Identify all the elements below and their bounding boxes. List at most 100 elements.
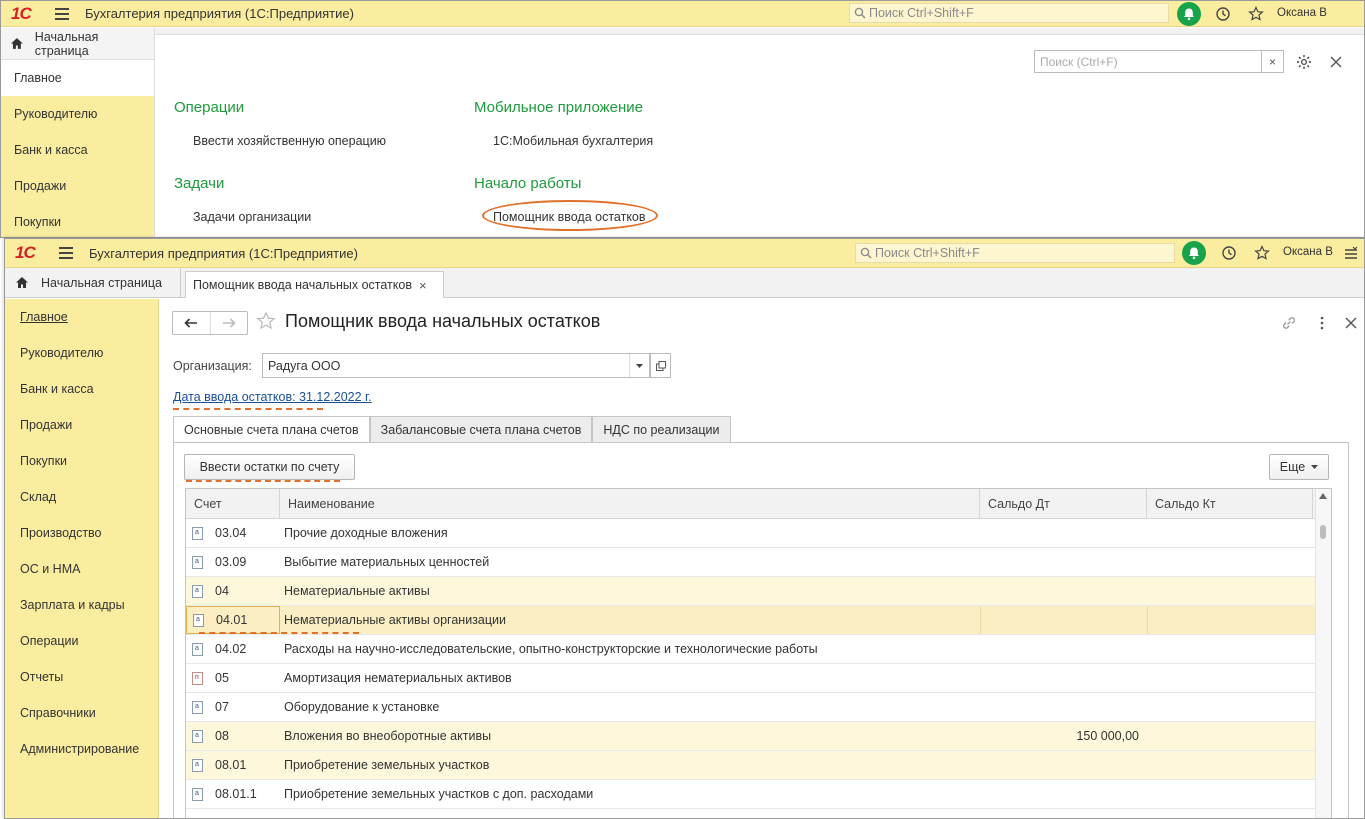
scroll-thumb[interactable] — [1320, 525, 1326, 539]
cell-credit[interactable] — [1147, 606, 1313, 634]
bg-global-search[interactable]: Поиск Ctrl+Shift+F — [849, 3, 1169, 23]
cell-account[interactable]: 07 — [186, 693, 280, 721]
bg-clear-search-icon[interactable]: × — [1261, 51, 1283, 72]
cell-account[interactable]: 04 — [186, 577, 280, 605]
cell-debit[interactable] — [980, 577, 1147, 605]
tab-close-icon[interactable]: × — [419, 278, 427, 293]
more-vertical-icon[interactable] — [1312, 313, 1332, 333]
organization-field[interactable]: Радуга ООО — [262, 353, 650, 378]
cell-credit[interactable] — [1147, 751, 1313, 779]
cell-name[interactable]: Нематериальные активы организации — [280, 606, 980, 634]
scroll-up-icon[interactable] — [1319, 493, 1327, 499]
link-icon[interactable] — [1279, 313, 1299, 333]
cell-account[interactable]: 03.04 — [186, 519, 280, 547]
bg-sidebar-item-purchases[interactable]: Покупки — [1, 204, 154, 237]
cell-debit[interactable] — [980, 664, 1147, 692]
cell-debit[interactable] — [980, 635, 1147, 663]
cell-credit[interactable] — [1147, 664, 1313, 692]
sidebar-item-manager[interactable]: Руководителю — [5, 335, 158, 371]
bg-favorites-star-icon[interactable] — [1246, 4, 1266, 24]
sidebar-item-purchases[interactable]: Покупки — [5, 443, 158, 479]
cell-credit[interactable] — [1147, 577, 1313, 605]
cell-account[interactable]: 08 — [186, 722, 280, 750]
fg-username[interactable]: Оксана В — [1283, 246, 1333, 258]
fg-system-menu-icon[interactable] — [1341, 243, 1361, 263]
cell-name[interactable]: Вложения во внеоборотные активы — [280, 722, 980, 750]
more-button[interactable]: Еще — [1269, 454, 1329, 480]
bg-link-enter-operation[interactable]: Ввести хозяйственную операцию — [193, 134, 386, 148]
tab-vat-sales[interactable]: НДС по реализации — [592, 416, 731, 443]
bg-content-search-input[interactable]: Поиск (Ctrl+F) × — [1034, 50, 1284, 73]
cell-credit[interactable] — [1147, 519, 1313, 547]
cell-account[interactable]: 03.09 — [186, 548, 280, 576]
cell-account[interactable]: 08.01 — [186, 751, 280, 779]
cell-account[interactable]: 04.01 — [186, 606, 280, 634]
table-row[interactable]: 08 Вложения во внеоборотные активы150 000… — [186, 722, 1331, 751]
cell-account[interactable]: 08.01.1 — [186, 780, 280, 808]
cell-credit[interactable] — [1147, 635, 1313, 663]
tab-main-accounts[interactable]: Основные счета плана счетов — [173, 416, 370, 443]
fg-home-tab[interactable]: Начальная страница — [5, 268, 181, 297]
bg-link-mobile-accounting[interactable]: 1С:Мобильная бухгалтерия — [493, 134, 653, 148]
table-row[interactable]: 05 Амортизация нематериальных активов — [186, 664, 1331, 693]
table-row[interactable]: 04.01 Нематериальные активы организации — [186, 606, 1331, 635]
column-credit[interactable]: Сальдо Кт — [1147, 489, 1313, 518]
cell-name[interactable]: Оборудование к установке — [280, 693, 980, 721]
fg-favorites-star-icon[interactable] — [1252, 243, 1272, 263]
open-organization-icon[interactable] — [650, 353, 671, 378]
sidebar-item-operations[interactable]: Операции — [5, 623, 158, 659]
column-debit[interactable]: Сальдо Дт — [980, 489, 1147, 518]
enter-balance-button[interactable]: Ввести остатки по счету — [184, 454, 355, 480]
cell-name[interactable]: Прочие доходные вложения — [280, 519, 980, 547]
table-scrollbar[interactable] — [1315, 489, 1331, 818]
sidebar-item-bank[interactable]: Банк и касса — [5, 371, 158, 407]
sidebar-item-payroll[interactable]: Зарплата и кадры — [5, 587, 158, 623]
fg-history-icon[interactable] — [1219, 243, 1239, 263]
sidebar-item-sales[interactable]: Продажи — [5, 407, 158, 443]
cell-debit[interactable] — [980, 606, 1147, 634]
fg-bell-icon[interactable] — [1182, 241, 1206, 265]
bg-username[interactable]: Оксана В — [1277, 7, 1327, 19]
cell-credit[interactable] — [1147, 780, 1313, 808]
cell-account[interactable]: 04.02 — [186, 635, 280, 663]
cell-debit[interactable] — [980, 548, 1147, 576]
sidebar-item-main[interactable]: Главное — [5, 299, 158, 335]
cell-name[interactable]: Приобретение земельных участков — [280, 751, 980, 779]
table-row[interactable]: 04.02 Расходы на научно-исследовательские… — [186, 635, 1331, 664]
bg-home-tab[interactable]: Начальная страница — [1, 28, 154, 60]
fg-tab-balance-assistant[interactable]: Помощник ввода начальных остатков × — [185, 271, 444, 298]
favorite-star-icon[interactable] — [256, 311, 276, 334]
bg-settings-gear-icon[interactable] — [1294, 52, 1314, 72]
cell-name[interactable]: Приобретение земельных участков с доп. р… — [280, 780, 980, 808]
bg-link-org-tasks[interactable]: Задачи организации — [193, 210, 311, 224]
balance-date-link[interactable]: Дата ввода остатков: 31.12.2022 г. — [173, 390, 372, 404]
bg-sidebar-item-main[interactable]: Главное — [1, 60, 154, 96]
cell-name[interactable]: Выбытие материальных ценностей — [280, 548, 980, 576]
sidebar-item-administration[interactable]: Администрирование — [5, 731, 158, 767]
cell-debit[interactable] — [980, 519, 1147, 547]
form-close-icon[interactable] — [1341, 313, 1361, 333]
fg-global-search[interactable]: Поиск Ctrl+Shift+F — [855, 243, 1175, 263]
table-row[interactable]: 08.01.1 Приобретение земельных участков с… — [186, 780, 1331, 809]
cell-credit[interactable] — [1147, 693, 1313, 721]
chevron-down-icon[interactable] — [629, 354, 649, 377]
cell-debit[interactable]: 150 000,00 — [980, 722, 1147, 750]
sidebar-item-directories[interactable]: Справочники — [5, 695, 158, 731]
sidebar-item-reports[interactable]: Отчеты — [5, 659, 158, 695]
table-row[interactable]: 04 Нематериальные активы — [186, 577, 1331, 606]
bg-sidebar-item-sales[interactable]: Продажи — [1, 168, 154, 204]
bg-menu-icon[interactable] — [55, 7, 69, 20]
bg-close-icon[interactable] — [1326, 52, 1346, 72]
sidebar-item-warehouse[interactable]: Склад — [5, 479, 158, 515]
cell-credit[interactable] — [1147, 722, 1313, 750]
bg-sidebar-item-manager[interactable]: Руководителю — [1, 96, 154, 132]
bg-bell-icon[interactable] — [1177, 2, 1201, 26]
table-row[interactable]: 03.04 Прочие доходные вложения — [186, 519, 1331, 548]
bg-history-icon[interactable] — [1213, 4, 1233, 24]
column-account[interactable]: Счет — [186, 489, 280, 518]
cell-name[interactable]: Расходы на научно-исследовательские, опы… — [280, 635, 980, 663]
table-row[interactable]: 08.01 Приобретение земельных участков — [186, 751, 1331, 780]
cell-debit[interactable] — [980, 780, 1147, 808]
table-row[interactable]: 03.09 Выбытие материальных ценностей — [186, 548, 1331, 577]
cell-debit[interactable] — [980, 693, 1147, 721]
